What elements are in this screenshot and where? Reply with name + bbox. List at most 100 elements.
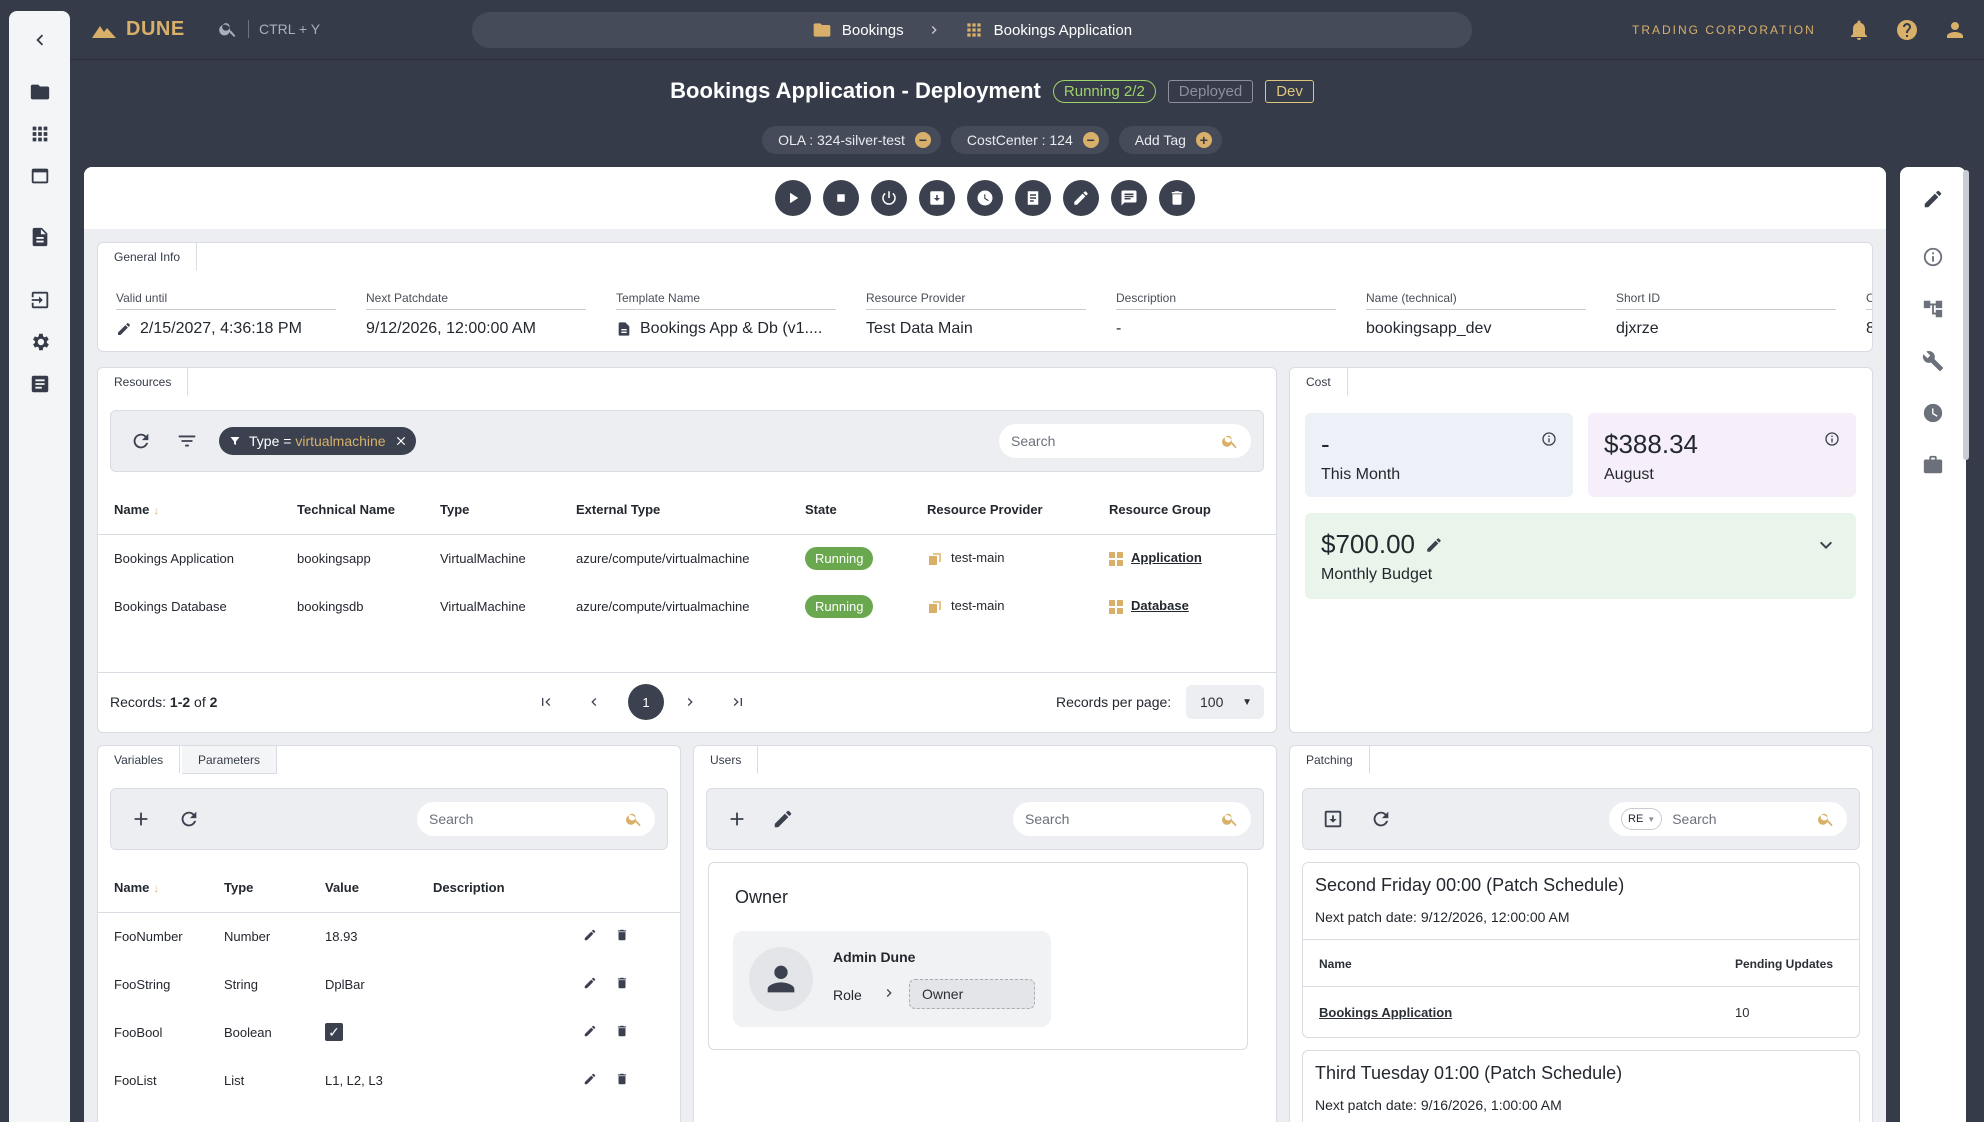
tab-cost[interactable]: Cost (1290, 368, 1348, 396)
col-type[interactable]: Type (440, 486, 576, 535)
trash-icon[interactable] (615, 1025, 629, 1041)
checkbox-checked-icon[interactable]: ✓ (325, 1023, 343, 1041)
feedback-button[interactable] (1111, 180, 1147, 216)
tab-users[interactable]: Users (694, 746, 759, 774)
pencil-icon[interactable] (116, 321, 132, 337)
trash-icon[interactable] (615, 977, 629, 993)
col-state[interactable]: State (805, 486, 927, 535)
table-row[interactable]: FooList List L1, L2, L3 (98, 1056, 680, 1104)
last-page-icon[interactable] (726, 690, 750, 714)
document-icon[interactable] (9, 222, 70, 252)
filter-list-icon[interactable] (175, 429, 199, 453)
col-name[interactable]: Name ↓ (98, 486, 297, 535)
col-type[interactable]: Type (224, 864, 325, 913)
install-icon[interactable] (1321, 807, 1345, 831)
user-card[interactable]: Admin Dune Role Owner (733, 931, 1051, 1027)
col-pending-updates[interactable]: Pending Updates (1735, 957, 1833, 971)
table-row[interactable]: Bookings Application bookingsapp Virtual… (98, 534, 1276, 582)
search-input[interactable] (1672, 811, 1817, 827)
help-icon[interactable] (1895, 18, 1919, 42)
remove-tag-icon[interactable]: − (914, 132, 931, 148)
pencil-icon[interactable] (1921, 187, 1945, 211)
col-description[interactable]: Description (433, 864, 583, 913)
add-icon[interactable] (129, 807, 153, 831)
col-name[interactable]: Name ↓ (98, 864, 224, 913)
pencil-icon[interactable] (583, 928, 597, 945)
pencil-icon[interactable] (1425, 536, 1443, 554)
window-icon[interactable] (9, 161, 70, 191)
filter-chip[interactable]: Type = virtualmachine (219, 427, 416, 455)
col-resource-group[interactable]: Resource Group (1109, 486, 1276, 535)
info-icon[interactable] (1541, 431, 1557, 447)
list-document-icon[interactable] (9, 369, 70, 399)
role-chip[interactable]: Owner (909, 979, 1035, 1009)
scrollbar[interactable] (1963, 170, 1969, 460)
restart-button[interactable] (871, 180, 907, 216)
pencil-icon[interactable] (583, 976, 597, 993)
field-value[interactable]: Bookings App & Db (v1.... (640, 320, 822, 338)
resource-group-link[interactable]: Application (1131, 550, 1202, 565)
back-arrow-icon[interactable] (9, 25, 70, 55)
tab-general-info[interactable]: General Info (98, 243, 198, 271)
first-page-icon[interactable] (534, 690, 558, 714)
col-name[interactable]: Name (1319, 957, 1352, 971)
resource-group-link[interactable]: Database (1131, 598, 1189, 613)
table-row[interactable]: Bookings Application 10 (1303, 987, 1859, 1037)
start-button[interactable] (775, 180, 811, 216)
next-page-icon[interactable] (678, 690, 702, 714)
wrench-icon[interactable] (1921, 349, 1945, 373)
edit-button[interactable] (1063, 180, 1099, 216)
pencil-icon[interactable] (583, 1024, 597, 1041)
remove-tag-icon[interactable]: − (1082, 132, 1099, 148)
briefcase-icon[interactable] (1921, 453, 1945, 477)
refresh-icon[interactable] (1369, 807, 1393, 831)
refresh-icon[interactable] (129, 429, 153, 453)
logs-button[interactable] (1015, 180, 1051, 216)
table-row[interactable]: FooBool Boolean ✓ (98, 1008, 680, 1056)
hierarchy-icon[interactable] (1921, 297, 1945, 321)
search-icon[interactable] (1817, 810, 1835, 828)
search-input[interactable] (429, 811, 625, 827)
trash-icon[interactable] (615, 1073, 629, 1089)
re-filter-chip[interactable]: RE ▼ (1621, 808, 1663, 830)
search-icon[interactable] (1221, 432, 1239, 450)
refresh-icon[interactable] (177, 807, 201, 831)
tab-patching[interactable]: Patching (1290, 746, 1370, 774)
search-input[interactable] (1025, 811, 1221, 827)
bell-icon[interactable] (1847, 18, 1871, 42)
table-row[interactable]: FooString String DplBar (98, 960, 680, 1008)
schedule-button[interactable] (967, 180, 1003, 216)
user-account-icon[interactable] (1943, 18, 1967, 42)
table-row[interactable]: Bookings Database bookingsdb VirtualMach… (98, 582, 1276, 630)
chevron-down-icon[interactable] (1814, 533, 1838, 557)
tab-variables[interactable]: Variables (98, 746, 181, 774)
tab-parameters[interactable]: Parameters (182, 746, 278, 774)
pencil-icon[interactable] (583, 1072, 597, 1089)
search-icon[interactable] (625, 810, 643, 828)
trash-icon[interactable] (615, 929, 629, 945)
clock-icon[interactable] (1921, 401, 1945, 425)
prev-page-icon[interactable] (582, 690, 606, 714)
close-icon[interactable] (394, 434, 408, 448)
breadcrumb-item-bookings[interactable]: Bookings (812, 20, 904, 40)
search-input[interactable] (1011, 433, 1221, 449)
breadcrumb-item-application[interactable]: Bookings Application (964, 20, 1132, 40)
stop-button[interactable] (823, 180, 859, 216)
patch-button[interactable] (919, 180, 955, 216)
global-search[interactable]: CTRL + Y (218, 19, 320, 39)
organization-name[interactable]: TRADING CORPORATION (1632, 23, 1816, 37)
search-icon[interactable] (1221, 810, 1239, 828)
info-icon[interactable] (1824, 431, 1840, 447)
per-page-select[interactable]: 100 ▼ (1186, 685, 1264, 719)
current-page[interactable]: 1 (628, 684, 664, 720)
pencil-icon[interactable] (771, 807, 795, 831)
add-tag-button[interactable]: Add Tag + (1118, 126, 1222, 154)
resource-link[interactable]: Bookings Application (1319, 1005, 1452, 1020)
col-value[interactable]: Value (325, 864, 433, 913)
delete-button[interactable] (1159, 180, 1195, 216)
info-icon[interactable] (1921, 245, 1945, 269)
tab-resources[interactable]: Resources (98, 368, 189, 396)
import-icon[interactable] (9, 285, 70, 315)
col-technical-name[interactable]: Technical Name (297, 486, 440, 535)
app-logo[interactable]: DUNE (92, 18, 185, 41)
